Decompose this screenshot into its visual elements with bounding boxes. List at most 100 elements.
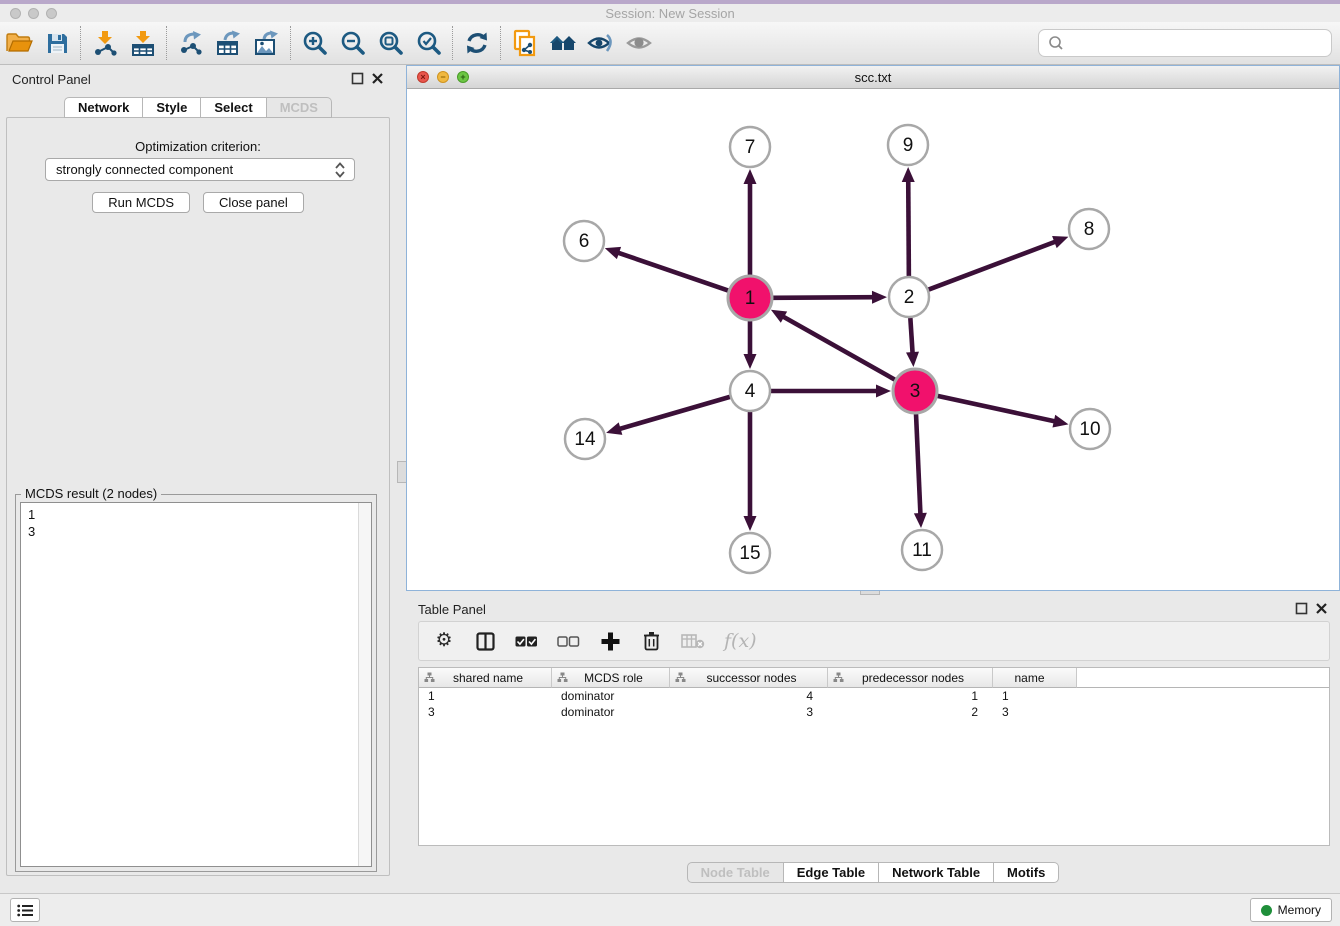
titlebar-accent xyxy=(0,0,1340,4)
edge-arrowhead xyxy=(744,354,757,369)
tree-icon xyxy=(675,672,686,683)
show-column-button[interactable] xyxy=(474,629,496,653)
mcds-result-text[interactable]: 1 3 xyxy=(21,503,358,866)
delete-column-button[interactable] xyxy=(640,629,662,653)
graph-edge-2-9[interactable] xyxy=(908,179,909,276)
table-options-button[interactable]: ⚙ xyxy=(433,629,455,653)
select-all-checkboxes-button[interactable] xyxy=(515,629,538,653)
tree-icon xyxy=(424,672,435,683)
save-session-button[interactable] xyxy=(38,26,76,60)
graph-edge-1-2[interactable] xyxy=(773,297,875,298)
open-session-button[interactable] xyxy=(0,26,38,60)
toolbar-separator xyxy=(166,26,168,60)
tab-mcds[interactable]: MCDS xyxy=(267,97,332,118)
search-input[interactable] xyxy=(1069,32,1331,54)
zoom-fit-button[interactable] xyxy=(372,26,410,60)
zoom-selected-button[interactable] xyxy=(410,26,448,60)
deselect-all-checkboxes-button[interactable] xyxy=(557,629,580,653)
column-header-mcds-role[interactable]: MCDS role xyxy=(552,668,670,688)
zoom-out-button[interactable] xyxy=(334,26,372,60)
column-header-predecessor-nodes[interactable]: predecessor nodes xyxy=(828,668,993,688)
tree-icon xyxy=(833,672,844,683)
app-title: Session: New Session xyxy=(0,6,1340,21)
list-icon xyxy=(17,904,34,917)
graph-edge-3-10[interactable] xyxy=(937,396,1056,422)
network-canvas[interactable]: 1234678910111415 xyxy=(407,89,1339,590)
graph-edge-4-14[interactable] xyxy=(618,397,730,430)
column-label: successor nodes xyxy=(686,671,827,685)
optimization-criterion-select[interactable]: strongly connected component xyxy=(45,158,355,181)
new-network-from-selection-button[interactable] xyxy=(506,26,544,60)
graph-edge-3-1[interactable] xyxy=(781,316,895,380)
float-table-panel-icon[interactable] xyxy=(1295,602,1308,615)
mcds-buttons-row: Run MCDS Close panel xyxy=(7,192,389,213)
node-label-14: 14 xyxy=(574,429,596,450)
cell-mcds-role: dominator xyxy=(552,688,670,704)
tab-network[interactable]: Network xyxy=(64,97,143,118)
control-panel-header: Control Panel xyxy=(0,65,396,91)
table-row-1[interactable]: 1dominator411 xyxy=(419,688,1329,704)
mcds-tab-content: Optimization criterion: strongly connect… xyxy=(6,117,390,876)
show-hide-graphics-details-button[interactable] xyxy=(582,26,620,60)
tab-style[interactable]: Style xyxy=(143,97,201,118)
global-search xyxy=(1038,29,1332,57)
table-header-row: shared name MCDS role successor nodesprede… xyxy=(419,668,1329,688)
memory-button[interactable]: Memory xyxy=(1250,898,1332,922)
graph-edge-2-3[interactable] xyxy=(910,318,912,355)
copy-network-icon xyxy=(512,29,538,57)
tab-motifs[interactable]: Motifs xyxy=(994,862,1059,883)
task-history-button[interactable] xyxy=(10,898,40,922)
column-header-name[interactable]: name xyxy=(993,668,1077,688)
tab-node-table[interactable]: Node Table xyxy=(687,862,784,883)
toolbar-separator xyxy=(80,26,82,60)
column-label: MCDS role xyxy=(568,671,669,685)
graph-edge-1-6[interactable] xyxy=(616,252,728,290)
node-label-4: 4 xyxy=(745,381,756,402)
close-panel-button[interactable]: Close panel xyxy=(203,192,304,213)
table-row-2[interactable]: 3dominator323 xyxy=(419,704,1329,720)
import-network-button[interactable] xyxy=(86,26,124,60)
table-panel: Table Panel ⚙ xyxy=(406,595,1340,886)
graph-edge-2-8[interactable] xyxy=(929,241,1058,290)
eye-icon xyxy=(625,32,653,54)
import-table-icon xyxy=(130,30,156,56)
zoom-in-button[interactable] xyxy=(296,26,334,60)
node-label-10: 10 xyxy=(1079,419,1100,440)
run-mcds-button[interactable]: Run MCDS xyxy=(92,192,190,213)
toolbar-separator xyxy=(500,26,502,60)
close-panel-icon[interactable] xyxy=(371,72,384,85)
export-network-button[interactable] xyxy=(172,26,210,60)
level-of-detail-button[interactable] xyxy=(620,26,658,60)
graph-edge-3-11[interactable] xyxy=(916,414,920,516)
edge-arrowhead xyxy=(914,513,927,528)
memory-label: Memory xyxy=(1278,903,1321,917)
function-builder-button[interactable]: f(x) xyxy=(724,629,757,653)
apply-layout-button[interactable] xyxy=(458,26,496,60)
node-label-6: 6 xyxy=(579,231,590,252)
node-table: shared name MCDS role successor nodesprede… xyxy=(418,667,1330,846)
cell-name: 3 xyxy=(993,704,1077,720)
mcds-result-box: 1 3 xyxy=(20,502,372,867)
column-header-shared-name[interactable]: shared name xyxy=(419,668,552,688)
export-image-button[interactable] xyxy=(248,26,286,60)
tab-edge-table[interactable]: Edge Table xyxy=(784,862,879,883)
fx-icon: f(x) xyxy=(724,630,757,652)
tab-select[interactable]: Select xyxy=(201,97,266,118)
column-header-successor-nodes[interactable]: successor nodes xyxy=(670,668,828,688)
network-browser-button[interactable] xyxy=(544,26,582,60)
delete-table-button[interactable] xyxy=(681,629,705,653)
cell-shared-name: 1 xyxy=(419,688,552,704)
export-table-icon xyxy=(216,30,243,56)
houses-icon xyxy=(548,31,578,55)
network-window-titlebar: × − + scc.txt xyxy=(407,66,1339,89)
node-label-7: 7 xyxy=(745,137,756,158)
result-scrollbar[interactable] xyxy=(358,503,371,866)
import-table-button[interactable] xyxy=(124,26,162,60)
tab-network-table[interactable]: Network Table xyxy=(879,862,994,883)
tree-icon xyxy=(557,672,568,683)
export-table-button[interactable] xyxy=(210,26,248,60)
add-column-button[interactable] xyxy=(599,629,621,653)
edge-arrowhead xyxy=(876,385,891,398)
float-panel-icon[interactable] xyxy=(351,72,364,85)
close-table-panel-icon[interactable] xyxy=(1315,602,1328,615)
